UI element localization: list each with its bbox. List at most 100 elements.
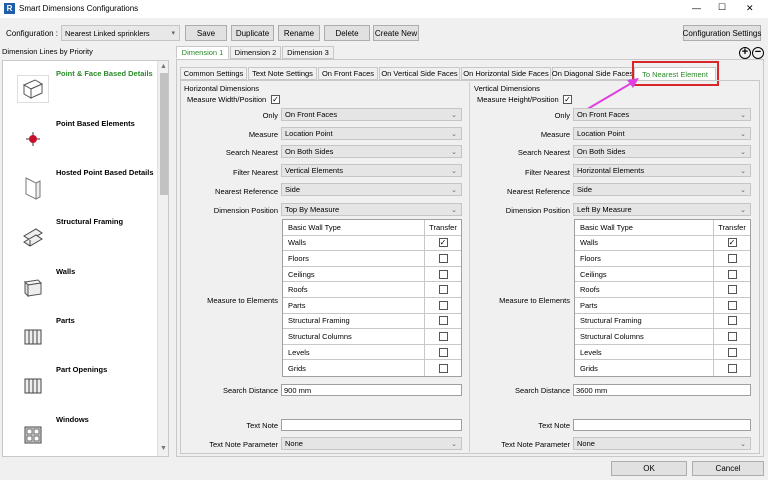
transfer-checkbox[interactable] [727, 331, 737, 341]
transfer-checkbox[interactable] [438, 253, 448, 263]
row-label: Grids [575, 360, 714, 376]
h-nearest-reference-label: Nearest Reference [215, 187, 278, 196]
transfer-checkbox[interactable] [438, 363, 448, 373]
table-row: Parts [283, 298, 461, 314]
table-row: Levels [575, 344, 750, 361]
sidebar-item-point-based-elements[interactable]: Point Based Elements [3, 113, 159, 162]
save-button[interactable]: Save [185, 25, 227, 41]
transfer-checkbox[interactable] [727, 347, 737, 357]
table-row: Grids [283, 360, 461, 376]
sidebar-item-label: Windows [56, 415, 89, 424]
ok-button[interactable]: OK [611, 461, 687, 476]
h-search-distance-input[interactable]: 900 mm [281, 384, 462, 396]
v-text-note-parameter-select[interactable]: None ⌄ [573, 437, 751, 450]
transfer-checkbox[interactable] [727, 316, 737, 326]
transfer-checkbox[interactable]: ✓ [727, 238, 737, 248]
maximize-icon[interactable]: ☐ [718, 2, 726, 13]
v-only-select[interactable]: On Front Faces ⌄ [573, 108, 751, 121]
row-label: Walls [283, 235, 425, 251]
cancel-button[interactable]: Cancel [692, 461, 764, 476]
h-dimension-position-select[interactable]: Top By Measure ⌄ [281, 203, 462, 216]
horizontal-section-title: Horizontal Dimensions [184, 84, 260, 93]
check-icon: ✓ [563, 95, 572, 104]
transfer-checkbox[interactable] [438, 300, 448, 310]
sidebar-item-walls[interactable]: Walls [3, 261, 159, 310]
transfer-checkbox[interactable] [438, 331, 448, 341]
h-measure-select[interactable]: Location Point ⌄ [281, 127, 462, 140]
transfer-checkbox[interactable] [438, 285, 448, 295]
close-icon[interactable]: ✕ [746, 3, 754, 14]
scroll-down-icon[interactable]: ▼ [160, 445, 167, 452]
duplicate-button[interactable]: Duplicate [231, 25, 274, 41]
sidebar-item-part-openings[interactable]: Part Openings [3, 359, 159, 408]
sidebar-list[interactable]: Point & Face Based Details Point Based E… [2, 60, 169, 457]
transfer-checkbox[interactable]: ✓ [438, 238, 448, 248]
v-nearest-reference-select[interactable]: Side ⌄ [573, 183, 751, 196]
column-header: Basic Wall Type [575, 220, 714, 235]
h-text-note-input[interactable] [281, 419, 462, 431]
v-text-note-label: Text Note [538, 421, 570, 430]
v-filter-nearest-label: Filter Nearest [524, 168, 570, 177]
scrollbar-thumb[interactable] [160, 73, 168, 195]
chevron-down-icon: ⌄ [740, 187, 746, 194]
table-row: Levels [283, 344, 461, 361]
tab-common-settings[interactable]: Common Settings [180, 67, 247, 80]
transfer-checkbox[interactable] [438, 347, 448, 357]
sidebar-item-parts[interactable]: Parts [3, 310, 159, 359]
delete-button[interactable]: Delete [324, 25, 370, 41]
configuration-select[interactable]: Nearest Linked sprinklers ▾ [61, 25, 180, 41]
tab-dimension-3[interactable]: Dimension 3 [282, 46, 334, 59]
tab-text-note-settings[interactable]: Text Note Settings [248, 67, 317, 80]
row-label: Grids [283, 360, 425, 376]
transfer-checkbox[interactable] [727, 363, 737, 373]
transfer-checkbox[interactable] [727, 285, 737, 295]
v-search-nearest-select[interactable]: On Both Sides ⌄ [573, 145, 751, 158]
parts-icon [17, 322, 49, 350]
sidebar-item-point-face-based-details[interactable]: Point & Face Based Details [3, 63, 159, 112]
v-text-note-input[interactable] [573, 419, 751, 431]
h-filter-nearest-select[interactable]: Vertical Elements ⌄ [281, 164, 462, 177]
chevron-down-icon: ⌄ [451, 131, 457, 138]
transfer-checkbox[interactable] [727, 269, 737, 279]
v-dimension-position-select[interactable]: Left By Measure ⌄ [573, 203, 751, 216]
sidebar-item-hosted-point-based-details[interactable]: Hosted Point Based Details [3, 162, 159, 211]
sidebar-scrollbar[interactable]: ▲ ▼ [157, 61, 168, 456]
h-text-note-parameter-select[interactable]: None ⌄ [281, 437, 462, 450]
tab-dimension-1[interactable]: Dimension 1 [176, 46, 229, 59]
tab-on-horizontal-side-faces[interactable]: On Horizontal Side Faces [461, 67, 551, 80]
column-header: Basic Wall Type [283, 220, 425, 235]
h-nearest-reference-select[interactable]: Side ⌄ [281, 183, 462, 196]
select-value: Left By Measure [577, 205, 632, 214]
column-header: Transfer [429, 222, 457, 232]
row-label: Roofs [283, 282, 425, 297]
transfer-checkbox[interactable] [727, 300, 737, 310]
minimize-icon[interactable]: — [692, 3, 701, 13]
rename-button[interactable]: Rename [278, 25, 320, 41]
configuration-settings-button[interactable]: Configuration Settings [683, 25, 761, 41]
create-new-button[interactable]: Create New [373, 25, 419, 41]
tab-on-front-faces[interactable]: On Front Faces [318, 67, 378, 80]
h-search-nearest-select[interactable]: On Both Sides ⌄ [281, 145, 462, 158]
sidebar-item-structural-framing[interactable]: Structural Framing [3, 211, 159, 260]
v-search-nearest-label: Search Nearest [517, 148, 570, 157]
add-icon[interactable]: + [739, 47, 751, 59]
tab-dimension-2[interactable]: Dimension 2 [230, 46, 281, 59]
v-filter-nearest-select[interactable]: Horizontal Elements ⌄ [573, 164, 751, 177]
h-search-nearest-label: Search Nearest [225, 148, 278, 157]
select-value: On Both Sides [577, 147, 626, 156]
transfer-checkbox[interactable] [727, 253, 737, 263]
h-only-select[interactable]: On Front Faces ⌄ [281, 108, 462, 121]
measure-width-label: Measure Width/Position [187, 95, 267, 104]
v-measure-select[interactable]: Location Point ⌄ [573, 127, 751, 140]
scroll-up-icon[interactable]: ▲ [160, 63, 167, 70]
measure-height-checkbox[interactable]: ✓ [563, 95, 572, 104]
arrow-head [627, 78, 639, 88]
v-search-distance-input[interactable]: 3600 mm [573, 384, 751, 396]
sidebar-item-windows[interactable]: Windows [3, 409, 159, 456]
tab-on-vertical-side-faces[interactable]: On Vertical Side Faces [379, 67, 460, 80]
transfer-checkbox[interactable] [438, 269, 448, 279]
remove-icon[interactable]: − [752, 47, 764, 59]
chevron-down-icon: ⌄ [740, 131, 746, 138]
measure-width-checkbox[interactable]: ✓ [271, 95, 280, 104]
transfer-checkbox[interactable] [438, 316, 448, 326]
